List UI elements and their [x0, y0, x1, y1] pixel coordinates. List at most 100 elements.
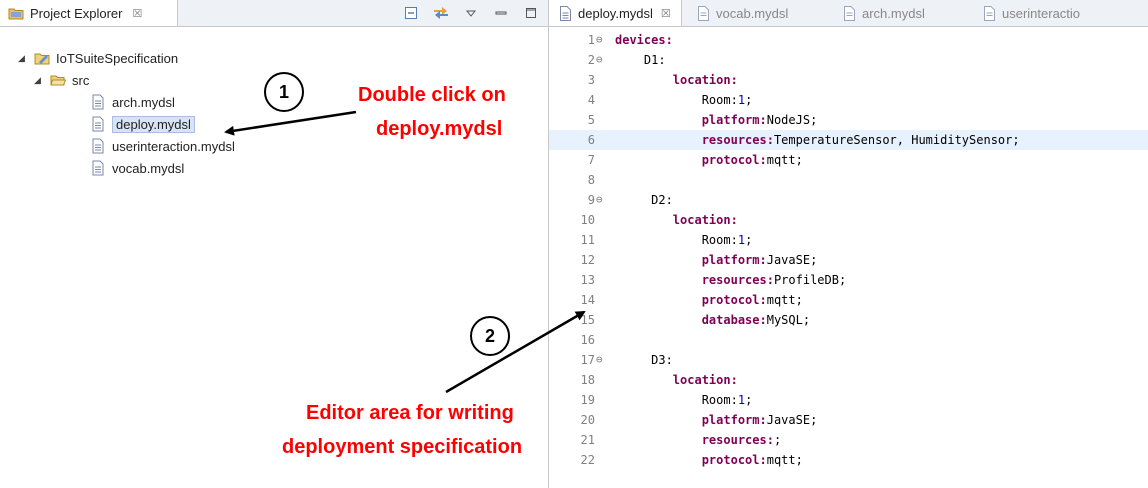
- file-icon: [844, 5, 855, 21]
- editor-tab-userinteraction[interactable]: userinteractio: [983, 0, 1080, 26]
- line-number: 11: [580, 233, 595, 247]
- line-number: 21: [580, 433, 595, 447]
- code-line[interactable]: 17 ⊖ D3:: [549, 350, 1148, 370]
- tree-item-src[interactable]: ◢ src: [34, 70, 89, 90]
- code-text: database:MySQL;: [615, 313, 811, 327]
- code-line[interactable]: 2 ⊖ D1:: [549, 50, 1148, 70]
- code-line[interactable]: 16: [549, 330, 1148, 350]
- line-number: 5: [587, 113, 595, 127]
- code-text: protocol:mqtt;: [615, 453, 803, 467]
- line-number: 18: [580, 373, 595, 387]
- fold-toggle-icon[interactable]: ⊖: [596, 50, 603, 70]
- editor-tab-vocab[interactable]: vocab.mydsl: [697, 0, 788, 26]
- line-number: 12: [580, 253, 595, 267]
- file-icon: [984, 5, 995, 21]
- tree-item-file[interactable]: vocab.mydsl: [90, 158, 184, 178]
- tree-item-file[interactable]: userinteraction.mydsl: [90, 136, 235, 156]
- tree-item-file[interactable]: arch.mydsl: [90, 92, 175, 112]
- project-name: IoTSuiteSpecification: [56, 50, 179, 66]
- line-number: 16: [580, 333, 595, 347]
- file-icon: [92, 160, 104, 176]
- fold-toggle-icon[interactable]: ⊖: [596, 190, 603, 210]
- code-line[interactable]: 3 location:: [549, 70, 1148, 90]
- line-number: 20: [580, 413, 595, 427]
- line-number: 7: [587, 153, 595, 167]
- code-line-current[interactable]: 6 resources:TemperatureSensor, HumidityS…: [549, 130, 1148, 150]
- line-number: 13: [580, 273, 595, 287]
- project-explorer-tab[interactable]: Project Explorer ☒: [0, 0, 178, 26]
- step-1-callout-line2: deploy.mydsl: [376, 118, 503, 140]
- link-with-editor-icon[interactable]: [432, 4, 450, 22]
- collapse-all-icon[interactable]: [402, 4, 420, 22]
- line-number: 15: [580, 313, 595, 327]
- file-name: arch.mydsl: [112, 94, 175, 110]
- file-name: userinteraction.mydsl: [112, 138, 235, 154]
- code-text: devices:: [615, 33, 673, 47]
- editor-tab-strip: deploy.mydsl ☒ vocab.mydsl arch.mydsl us…: [549, 0, 1148, 27]
- tree-item-project[interactable]: ◢ IoTSuiteSpecification: [18, 48, 178, 68]
- step-2-callout-line2: deployment specification: [282, 436, 523, 458]
- minimize-icon[interactable]: [492, 4, 510, 22]
- step-1-marker: 1: [264, 72, 304, 112]
- editor-tab-deploy[interactable]: deploy.mydsl ☒: [549, 0, 682, 26]
- code-text: Room:1;: [615, 393, 753, 407]
- code-line[interactable]: 14 protocol:mqtt;: [549, 290, 1148, 310]
- file-icon: [92, 94, 104, 110]
- expanded-twisty-icon[interactable]: ◢: [18, 53, 28, 64]
- file-name: deploy.mydsl: [112, 115, 195, 133]
- fold-toggle-icon[interactable]: ⊖: [596, 30, 603, 50]
- line-number: 8: [587, 173, 595, 187]
- view-menu-icon[interactable]: [462, 4, 480, 22]
- project-explorer-icon: [8, 8, 24, 20]
- code-text: protocol:mqtt;: [615, 293, 803, 307]
- file-icon: [92, 116, 104, 132]
- code-line[interactable]: 1 ⊖ devices:: [549, 30, 1148, 50]
- fold-toggle-icon[interactable]: ⊖: [596, 350, 603, 370]
- code-text: location:: [615, 73, 738, 87]
- file-icon: [560, 5, 571, 21]
- code-text: resources:TemperatureSensor, HumiditySen…: [615, 133, 1020, 147]
- code-line[interactable]: 13 resources:ProfileDB;: [549, 270, 1148, 290]
- code-line[interactable]: 22 protocol:mqtt;: [549, 450, 1148, 470]
- editor-tab-arch[interactable]: arch.mydsl: [843, 0, 925, 26]
- code-editor[interactable]: 1 ⊖ devices: 2 ⊖ D1: 3 location: 4 Room:1; 5 pl…: [549, 30, 1148, 488]
- project-folder-icon: [34, 53, 50, 65]
- code-line[interactable]: 18 location:: [549, 370, 1148, 390]
- code-line[interactable]: 9 ⊖ D2:: [549, 190, 1148, 210]
- line-number: 6: [587, 133, 595, 147]
- code-line[interactable]: 10 location:: [549, 210, 1148, 230]
- line-number: 1: [587, 33, 595, 47]
- step-1-callout-line1: Double click on: [358, 84, 506, 106]
- maximize-icon[interactable]: [522, 4, 540, 22]
- code-line[interactable]: 21 resources:;: [549, 430, 1148, 450]
- code-line[interactable]: 5 platform:NodeJS;: [549, 110, 1148, 130]
- file-name: vocab.mydsl: [112, 160, 185, 176]
- close-tab-icon[interactable]: ☒: [661, 7, 671, 20]
- code-line[interactable]: 8: [549, 170, 1148, 190]
- line-number: 14: [580, 293, 595, 307]
- code-line[interactable]: 4 Room:1;: [549, 90, 1148, 110]
- expanded-twisty-icon[interactable]: ◢: [34, 75, 44, 86]
- code-text: Room:1;: [615, 93, 753, 107]
- folder-open-icon: [50, 75, 66, 86]
- code-line[interactable]: 11 Room:1;: [549, 230, 1148, 250]
- step-2-callout-line1: Editor area for writing: [306, 402, 514, 424]
- code-text: platform:NodeJS;: [615, 113, 818, 127]
- close-view-icon[interactable]: ☒: [132, 7, 142, 20]
- code-line[interactable]: 7 protocol:mqtt;: [549, 150, 1148, 170]
- line-number: 17: [580, 353, 595, 367]
- code-text: location:: [615, 373, 738, 387]
- code-line[interactable]: 12 platform:JavaSE;: [549, 250, 1148, 270]
- code-text: Room:1;: [615, 233, 753, 247]
- code-line[interactable]: 15 database:MySQL;: [549, 310, 1148, 330]
- explorer-tab-strip: Project Explorer ☒: [0, 0, 548, 27]
- line-number: 22: [580, 453, 595, 467]
- code-text: platform:JavaSE;: [615, 253, 818, 267]
- file-icon: [92, 138, 104, 154]
- code-line[interactable]: 19 Room:1;: [549, 390, 1148, 410]
- project-explorer-tab-label: Project Explorer: [30, 5, 123, 21]
- code-text: D1:: [615, 53, 666, 67]
- code-line[interactable]: 20 platform:JavaSE;: [549, 410, 1148, 430]
- editor-area[interactable]: deploy.mydsl ☒ vocab.mydsl arch.mydsl us…: [549, 0, 1148, 488]
- tree-item-file-selected[interactable]: deploy.mydsl: [90, 114, 195, 134]
